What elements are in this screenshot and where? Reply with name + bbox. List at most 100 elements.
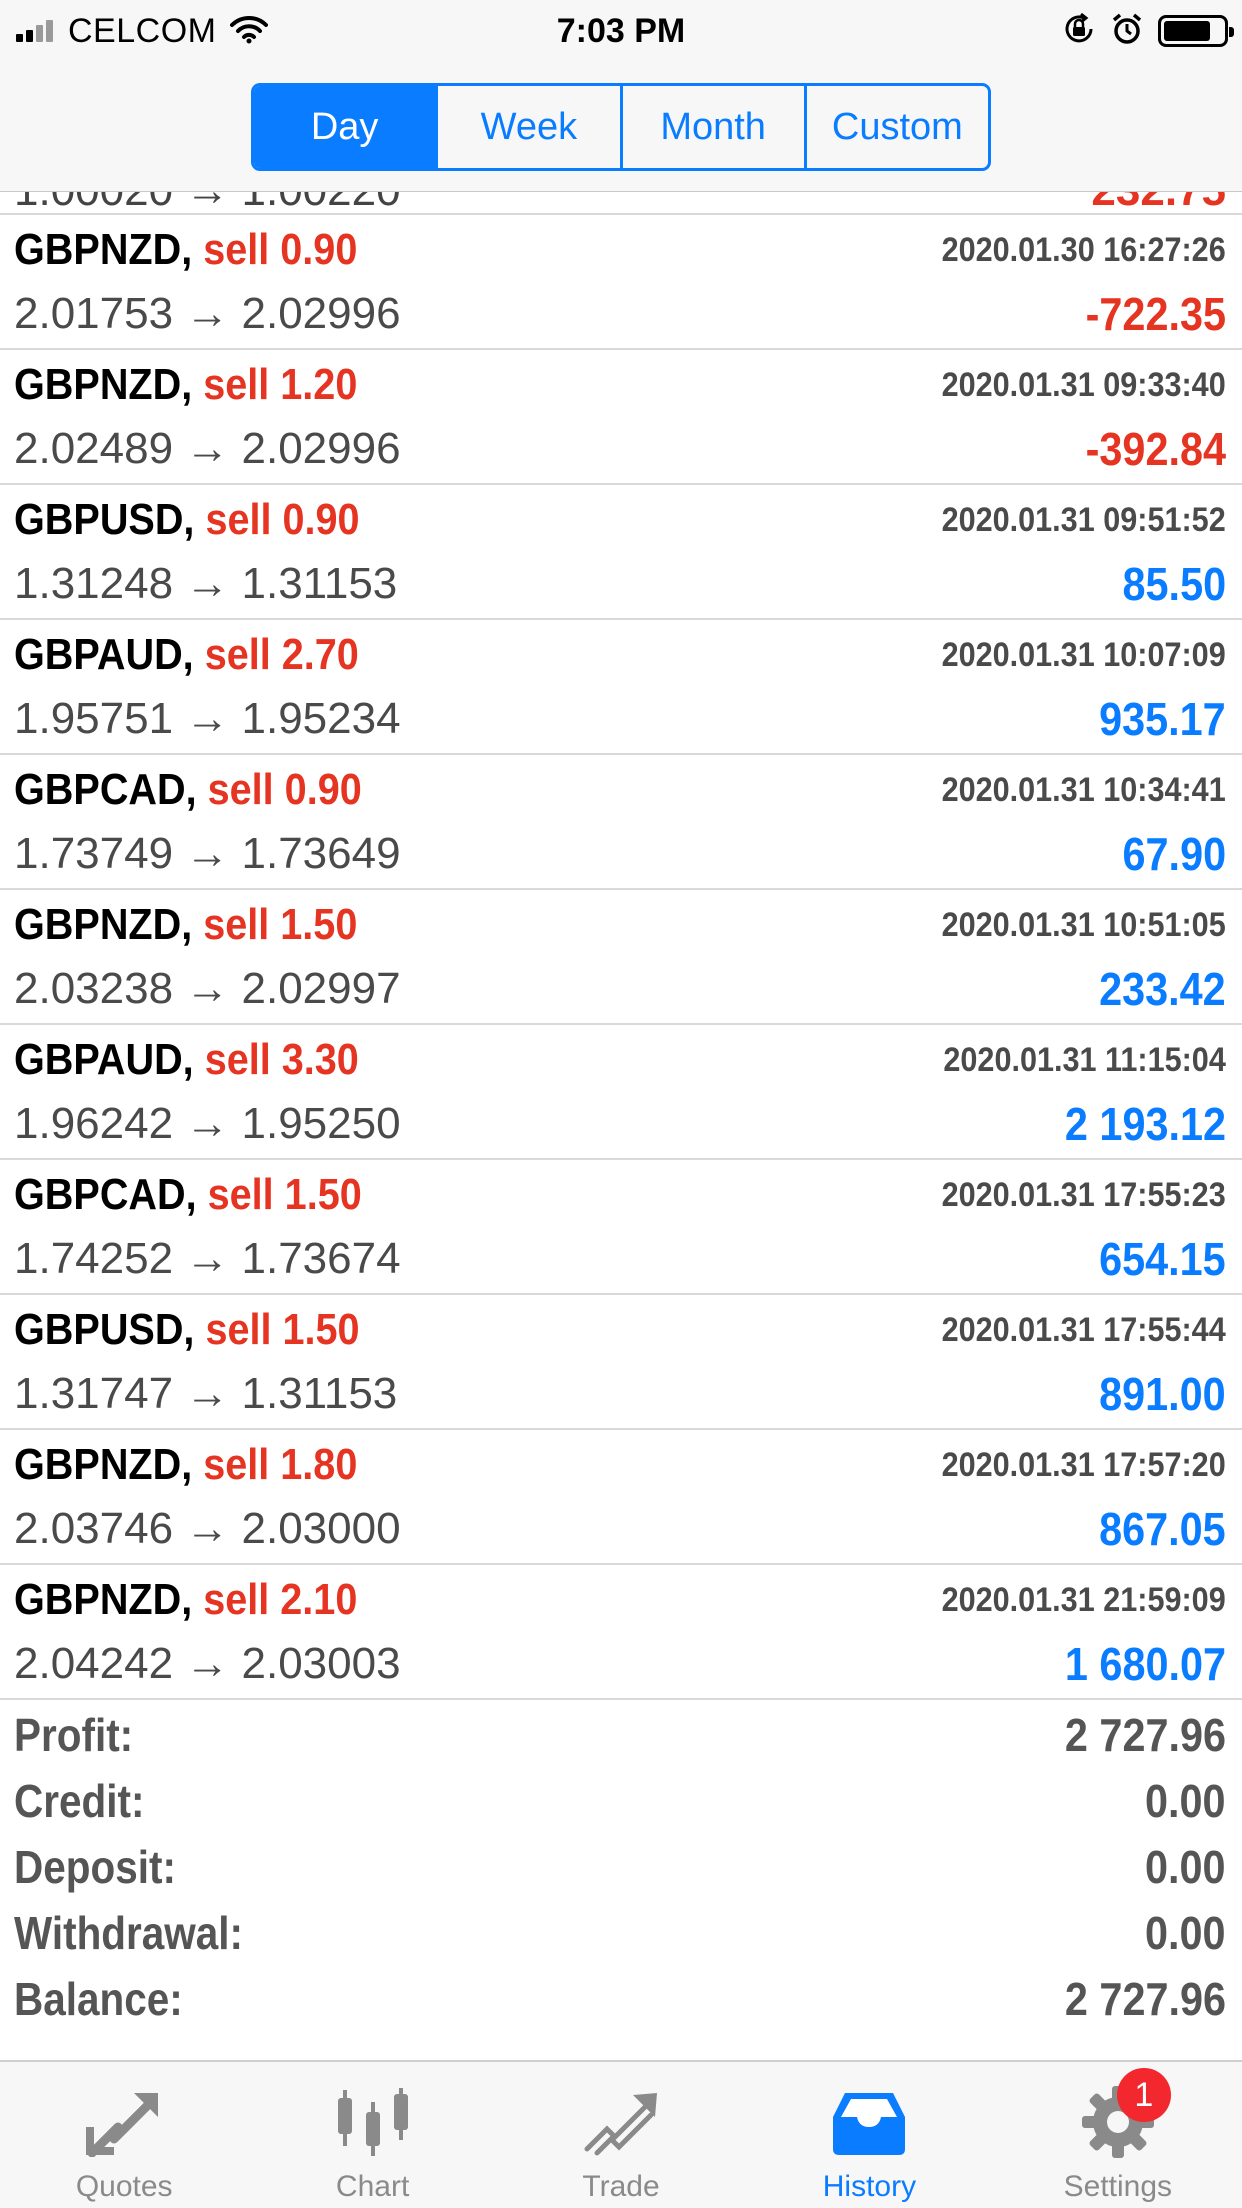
summary-label: Deposit: — [14, 1841, 176, 1893]
summary-label: Credit: — [14, 1775, 145, 1827]
orientation-lock-icon — [1062, 12, 1096, 51]
summary-balance: Balance: 2 727.96 — [0, 1964, 1242, 2030]
segment-custom[interactable]: Custom — [807, 86, 988, 168]
deal-time: 2020.01.31 09:33:40 — [941, 366, 1226, 404]
deal-title: GBPUSD, sell 1.50 — [14, 1305, 360, 1355]
deal-time: 2020.01.31 10:07:09 — [941, 636, 1226, 674]
deal-profit: 654.15 — [1099, 1233, 1226, 1285]
summary-withdrawal: Withdrawal: 0.00 — [0, 1898, 1242, 1964]
deal-side-volume: sell 3.30 — [204, 1035, 359, 1084]
tab-chart[interactable]: Chart — [248, 2062, 496, 2208]
deal-symbol: GBPUSD, — [14, 495, 195, 544]
chart-icon — [328, 2084, 418, 2160]
deal-list-item[interactable]: GBPAUD, sell 2.70 2020.01.31 10:07:09 1.95… — [0, 620, 1242, 755]
segment-month[interactable]: Month — [623, 86, 807, 168]
deal-list-item[interactable]: GBPNZD, sell 1.80 2020.01.31 17:57:20 2.03… — [0, 1430, 1242, 1565]
history-deals-list[interactable]: 1.00020 → 1.00220 232.75 GBPNZD, sell 0.… — [0, 192, 1242, 1700]
deal-symbol: GBPCAD, — [14, 765, 197, 814]
segment-day[interactable]: Day — [254, 86, 439, 168]
tab-history[interactable]: History — [745, 2062, 993, 2208]
deal-symbol: GBPNZD, — [14, 1575, 193, 1624]
deal-list-item[interactable]: GBPNZD, sell 1.20 2020.01.31 09:33:40 2.02… — [0, 350, 1242, 485]
deal-prices: 2.02489 → 2.02996 — [14, 424, 401, 473]
tab-label: History — [822, 2170, 917, 2203]
summary-credit: Credit: 0.00 — [0, 1766, 1242, 1832]
deal-side-volume: sell 1.50 — [207, 1170, 362, 1219]
deal-profit: 1 680.07 — [1064, 1638, 1226, 1690]
deal-prices: 1.74252 → 1.73674 — [14, 1234, 401, 1283]
deal-list-item[interactable]: GBPCAD, sell 0.90 2020.01.31 10:34:41 1.73… — [0, 755, 1242, 890]
deal-side-volume: sell 1.50 — [203, 900, 358, 949]
tab-trade[interactable]: Trade — [497, 2062, 745, 2208]
deal-profit: 2 193.12 — [1064, 1098, 1226, 1150]
summary-value: 0.00 — [1145, 1841, 1226, 1893]
summary-label: Withdrawal: — [14, 1907, 244, 1959]
partial-prices: 1.00020 → 1.00220 — [14, 192, 401, 213]
tab-label: Trade — [582, 2170, 660, 2203]
deal-side-volume: sell 1.20 — [203, 360, 358, 409]
deal-list-item[interactable]: GBPCAD, sell 1.50 2020.01.31 17:55:23 1.74… — [0, 1160, 1242, 1295]
deal-profit: 935.17 — [1099, 693, 1226, 745]
deal-title: GBPUSD, sell 0.90 — [14, 495, 360, 545]
deal-symbol: GBPNZD, — [14, 360, 193, 409]
trade-icon — [576, 2084, 666, 2160]
tab-settings[interactable]: 1 Settings — [994, 2062, 1242, 2208]
deal-list-item[interactable]: GBPUSD, sell 1.50 2020.01.31 17:55:44 1.31… — [0, 1295, 1242, 1430]
partial-profit: 232.75 — [1091, 192, 1226, 213]
period-header: Day Week Month Custom — [0, 62, 1242, 192]
deal-title: GBPAUD, sell 2.70 — [14, 630, 359, 680]
segment-week[interactable]: Week — [438, 86, 623, 168]
deal-time: 2020.01.31 17:55:23 — [941, 1176, 1226, 1214]
period-segmented-control: Day Week Month Custom — [251, 83, 991, 171]
deal-time: 2020.01.30 16:27:26 — [941, 231, 1226, 269]
deal-symbol: GBPAUD, — [14, 1035, 194, 1084]
deal-title: GBPNZD, sell 1.20 — [14, 360, 357, 410]
tab-quotes[interactable]: Quotes — [0, 2062, 248, 2208]
deal-side-volume: sell 0.90 — [205, 495, 360, 544]
summary-label: Profit: — [14, 1709, 134, 1761]
deal-symbol: GBPCAD, — [14, 1170, 197, 1219]
battery-icon — [1158, 15, 1234, 47]
deal-side-volume: sell 1.80 — [203, 1440, 358, 1489]
deal-profit: 233.42 — [1099, 963, 1226, 1015]
deal-profit: 67.90 — [1122, 828, 1226, 880]
deal-profit: 891.00 — [1099, 1368, 1226, 1420]
summary-value: 2 727.96 — [1064, 1709, 1226, 1761]
deal-time: 2020.01.31 17:57:20 — [941, 1446, 1226, 1484]
deal-list-item[interactable]: GBPNZD, sell 0.90 2020.01.30 16:27:26 2.01… — [0, 215, 1242, 350]
deal-title: GBPNZD, sell 1.80 — [14, 1440, 357, 1490]
deal-profit: 867.05 — [1099, 1503, 1226, 1555]
deal-symbol: GBPUSD, — [14, 1305, 195, 1354]
deal-side-volume: sell 2.70 — [204, 630, 359, 679]
deal-profit: -392.84 — [1085, 423, 1226, 475]
deal-prices: 1.95751 → 1.95234 — [14, 694, 401, 743]
account-summary: Profit: 2 727.96 Credit: 0.00 Deposit: 0… — [0, 1700, 1242, 2030]
deal-symbol: GBPNZD, — [14, 225, 193, 274]
deal-symbol: GBPNZD, — [14, 900, 193, 949]
notification-badge: 1 — [1116, 2068, 1171, 2122]
deal-prices: 2.03238 → 2.02997 — [14, 964, 401, 1013]
deal-list-item[interactable]: GBPAUD, sell 3.30 2020.01.31 11:15:04 1.96… — [0, 1025, 1242, 1160]
partial-list-item[interactable]: 1.00020 → 1.00220 232.75 — [0, 192, 1242, 215]
summary-value: 0.00 — [1145, 1775, 1226, 1827]
deal-title: GBPNZD, sell 2.10 — [14, 1575, 357, 1625]
deal-profit: -722.35 — [1085, 288, 1226, 340]
deal-side-volume: sell 0.90 — [203, 225, 358, 274]
deal-list-item[interactable]: GBPNZD, sell 1.50 2020.01.31 10:51:05 2.03… — [0, 890, 1242, 1025]
tab-label: Quotes — [75, 2170, 173, 2203]
deal-prices: 2.01753 → 2.02996 — [14, 289, 401, 338]
deal-list-item[interactable]: GBPNZD, sell 2.10 2020.01.31 21:59:09 2.04… — [0, 1565, 1242, 1700]
summary-value: 0.00 — [1145, 1907, 1226, 1959]
deal-side-volume: sell 2.10 — [203, 1575, 358, 1624]
deal-symbol: GBPAUD, — [14, 630, 194, 679]
deal-title: GBPCAD, sell 0.90 — [14, 765, 362, 815]
deal-time: 2020.01.31 10:34:41 — [941, 771, 1226, 809]
deal-symbol: GBPNZD, — [14, 1440, 193, 1489]
bottom-tab-bar: Quotes Chart Trade History 1 Settings — [0, 2060, 1242, 2208]
deal-list-item[interactable]: GBPUSD, sell 0.90 2020.01.31 09:51:52 1.31… — [0, 485, 1242, 620]
quotes-icon — [79, 2084, 169, 2160]
status-bar: CELCOM 7:03 PM — [0, 0, 1242, 62]
deal-time: 2020.01.31 10:51:05 — [941, 906, 1226, 944]
summary-label: Balance: — [14, 1973, 183, 2025]
history-icon — [824, 2084, 914, 2160]
